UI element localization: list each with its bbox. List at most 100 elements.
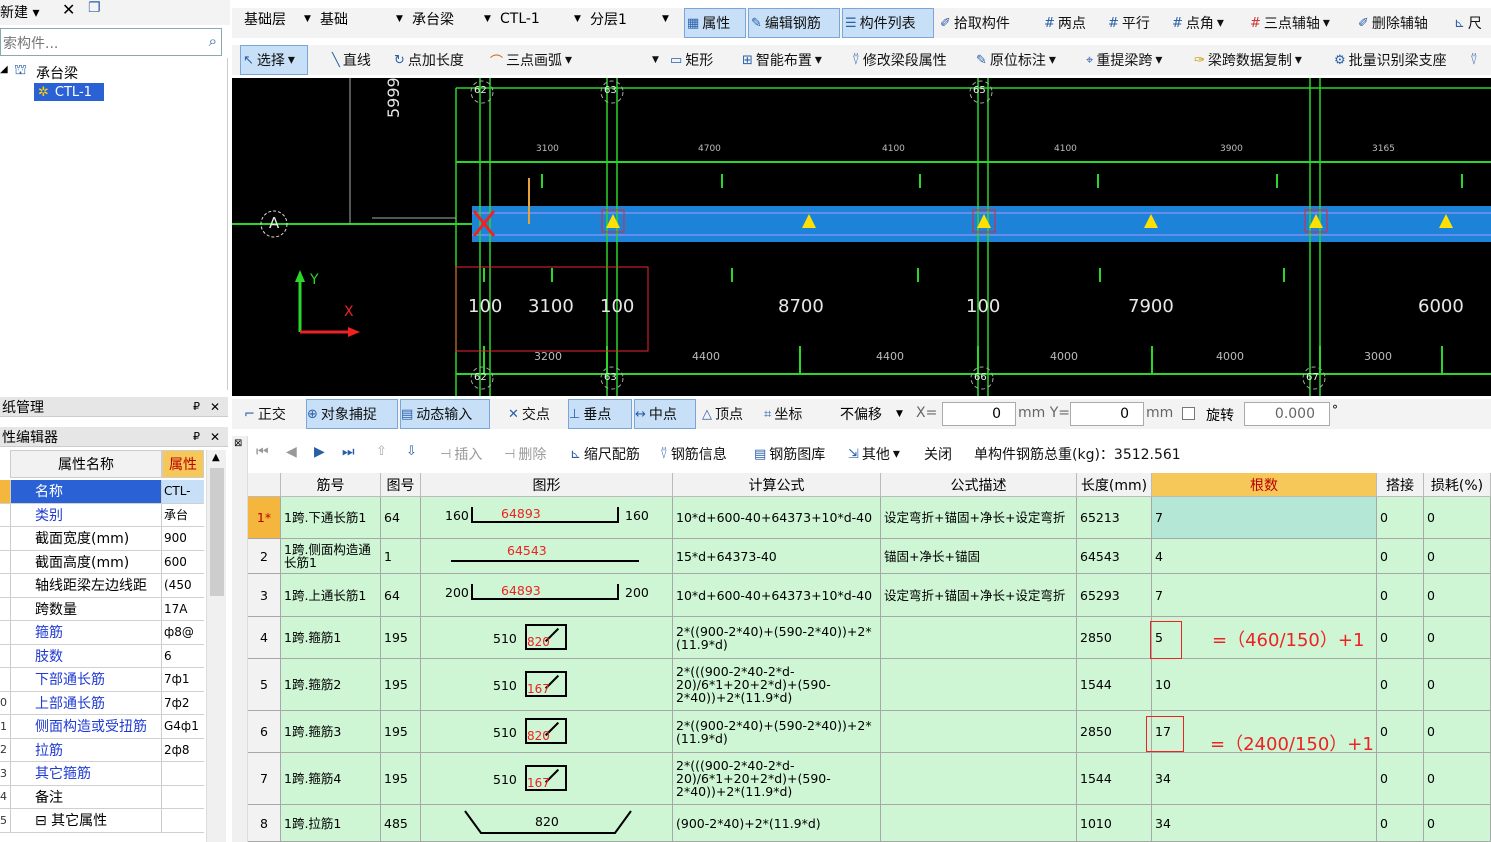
cell[interactable]: 64543 (1077, 539, 1152, 573)
prop-value[interactable]: ф8@ (162, 621, 204, 644)
shape-cell[interactable]: 510 820 (421, 711, 673, 752)
shape-cell[interactable]: 160 64893 160 (421, 497, 673, 538)
point-angle-button[interactable]: # 点角 ▾ (1172, 8, 1224, 38)
arc-button[interactable]: ⌒ 三点画弧 ▾ (490, 45, 572, 75)
prop-value[interactable]: 2ф8 (162, 738, 204, 761)
pick-button[interactable]: ✐ 拾取构件 (940, 8, 1010, 38)
next-icon[interactable]: ▶ (314, 444, 325, 460)
intersect-button[interactable]: ✕ 交点 (508, 399, 550, 429)
prop-row[interactable]: 5 ⊟ 其它属性 (0, 809, 204, 833)
batch-button[interactable]: ⚙ 批量识别梁支座 (1334, 45, 1447, 75)
shape-cell[interactable]: 510 167 (421, 659, 673, 710)
cell[interactable]: 2850 (1077, 711, 1152, 752)
cell[interactable]: 10*d+600-40+64373+10*d-40 (673, 574, 881, 616)
cell[interactable]: 1跨.箍筋1 (281, 617, 381, 658)
cell[interactable]: 1跨.箍筋3 (281, 711, 381, 752)
copy-icon[interactable]: ❐ (88, 0, 101, 16)
three-point-axis-button[interactable]: # 三点辅轴 ▾ (1250, 8, 1330, 38)
cell[interactable] (881, 617, 1077, 658)
cell[interactable]: 0 (1377, 539, 1424, 573)
col-header[interactable]: 图形 (421, 473, 673, 497)
parallel-button[interactable]: # 平行 (1108, 8, 1150, 38)
close-icon[interactable]: ✕ (210, 430, 220, 444)
row-index-cell[interactable]: 2 (248, 539, 281, 573)
cell[interactable]: 34 (1152, 805, 1377, 841)
cell[interactable]: 0 (1424, 497, 1491, 538)
cell[interactable]: 1010 (1077, 805, 1152, 841)
rebar-lib-button[interactable]: ▤ 钢筋图库 (754, 440, 825, 468)
cell[interactable]: 0 (1424, 659, 1491, 710)
down-icon[interactable]: ⇩ (406, 444, 417, 459)
tree-toggle-icon[interactable]: ◢ (0, 64, 8, 75)
row-index-cell[interactable]: 4 (248, 617, 281, 658)
cell[interactable]: 锚固+净长+锚固 (881, 539, 1077, 573)
prop-row[interactable]: 箍筋 ф8@ (0, 621, 204, 645)
cell[interactable]: 64 (381, 497, 421, 538)
rotate-input[interactable]: 0.000 (1244, 402, 1330, 426)
prop-row[interactable]: 4 备注 (0, 785, 204, 809)
more-icon[interactable]: ⍢ (1470, 45, 1478, 75)
close-icon[interactable]: ⊠ (234, 438, 242, 449)
scale-rebar-button[interactable]: ⊾ 缩尺配筋 (570, 440, 640, 468)
cell[interactable]: 65293 (1077, 574, 1152, 616)
col-header[interactable]: 长度(mm) (1077, 473, 1152, 497)
dyn-input-button[interactable]: ▤ 动态输入 (400, 399, 490, 429)
ortho-button[interactable]: ⌐ 正交 (244, 399, 286, 429)
cell[interactable]: 10*d+600-40+64373+10*d-40 (673, 497, 881, 538)
prop-row[interactable]: 名称 CTL- (0, 480, 204, 504)
vertex-button[interactable]: △ 顶点 (702, 399, 743, 429)
rebar-info-button[interactable]: ⍢ 钢筋信息 (660, 440, 727, 468)
cell[interactable]: 4 (1152, 539, 1377, 573)
cell[interactable]: 10 (1152, 659, 1377, 710)
cell[interactable]: 0 (1377, 753, 1424, 804)
cell[interactable]: 1跨.下通长筋1 (281, 497, 381, 538)
prop-value[interactable]: CTL- (162, 480, 204, 503)
prop-row[interactable]: 2 拉筋 2ф8 (0, 738, 204, 762)
last-icon[interactable]: ⏭ (342, 444, 355, 460)
cell[interactable]: 0 (1377, 711, 1424, 752)
cell[interactable]: 2*((900-2*40)+(590-2*40))+2*(11.9*d) (673, 711, 881, 752)
cell[interactable]: 195 (381, 659, 421, 710)
cell[interactable]: 65213 (1077, 497, 1152, 538)
insert-button[interactable]: ⊣ 插入 (440, 440, 482, 468)
prop-row[interactable]: 下部通长筋 7ф1 (0, 668, 204, 692)
prop-row[interactable]: 1 侧面构造或受扭筋 G4ф1 (0, 715, 204, 739)
type-select[interactable]: 承台梁 ▼ (408, 8, 496, 30)
prop-row[interactable]: 3 其它箍筋 (0, 762, 204, 786)
prop-row[interactable]: 类别 承台 (0, 503, 204, 527)
mid-button[interactable]: ↔ 中点 (634, 399, 696, 429)
attr-button[interactable]: ▦ 属性 (684, 8, 746, 38)
edit-rebar-button[interactable]: ✎ 编辑钢筋 (748, 8, 840, 38)
prop-row[interactable]: 轴线距梁左边线距 (450 (0, 574, 204, 598)
cell[interactable]: 0 (1377, 659, 1424, 710)
row-index-cell[interactable]: 1* (248, 497, 281, 538)
shape-cell[interactable]: 64543 (421, 539, 673, 573)
cell[interactable]: 2850 (1077, 617, 1152, 658)
cell[interactable]: 2*(((900-2*40-2*d-20)/6*1+20+2*d)+(590-2… (673, 753, 881, 804)
prop-value[interactable]: 7ф2 (162, 691, 204, 714)
table-row[interactable]: 2 1跨.侧面构造通长筋1 1 64543 15*d+64373-40 锚固+净长+锚固 6… (248, 539, 1491, 574)
search-input[interactable]: 索构件... (3, 33, 58, 53)
cell[interactable]: 0 (1424, 805, 1491, 841)
prop-row[interactable]: 跨数量 17A (0, 597, 204, 621)
cell[interactable]: 0 (1424, 711, 1491, 752)
cell[interactable]: 64 (381, 574, 421, 616)
cell[interactable]: 0 (1424, 617, 1491, 658)
two-point-button[interactable]: # 两点 (1044, 8, 1086, 38)
table-row[interactable]: 1* 1跨.下通长筋1 64 160 64893 160 10*d+600-40+64373… (248, 497, 1491, 539)
col-header[interactable]: 损耗(%) (1424, 473, 1491, 497)
member-select[interactable]: CTL-1 ▼ (496, 8, 586, 30)
cell[interactable]: 0 (1424, 539, 1491, 573)
prop-value[interactable]: 承台 (162, 503, 204, 526)
cell[interactable]: 1跨.上通长筋1 (281, 574, 381, 616)
cell[interactable] (881, 659, 1077, 710)
copy-span-button[interactable]: ✑ 梁跨数据复制 ▾ (1194, 45, 1302, 75)
perp-button[interactable]: ⊥ 垂点 (568, 399, 632, 429)
cell[interactable]: 1544 (1077, 753, 1152, 804)
member-list-button[interactable]: ☰ 构件列表 (842, 8, 934, 38)
row-index-cell[interactable]: 3 (248, 574, 281, 616)
table-row[interactable]: 5 1跨.箍筋2 195 510 167 2*(((900-2*40-2*d-20)/6*… (248, 659, 1491, 711)
snap-button[interactable]: ⊕ 对象捕捉 (306, 399, 398, 429)
prop-row[interactable]: 截面高度(mm) 600 (0, 550, 204, 574)
cell[interactable]: 1 (381, 539, 421, 573)
